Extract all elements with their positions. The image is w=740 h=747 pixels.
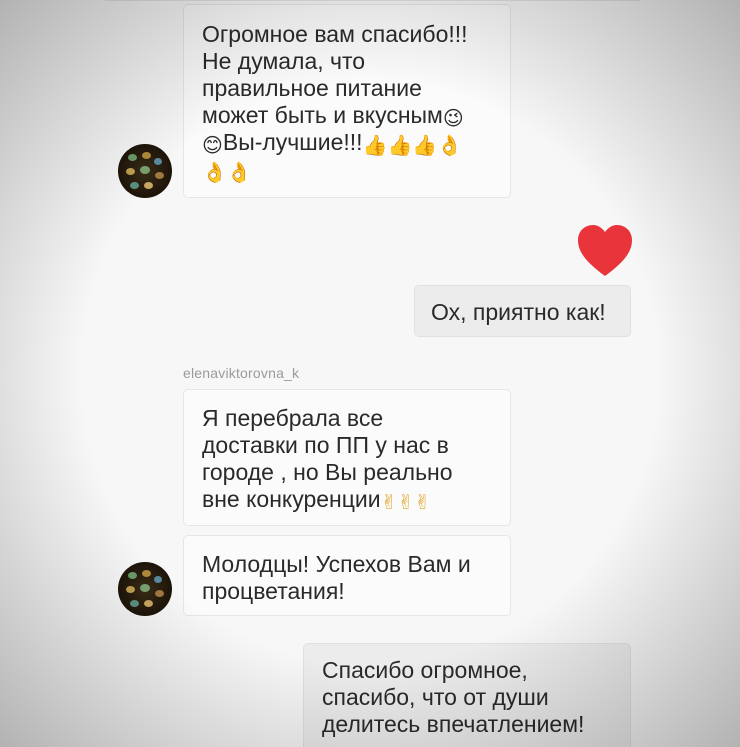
smile-emoji-icon: 😊 xyxy=(202,133,223,157)
outgoing-message-bubble[interactable]: Ох, приятно как! xyxy=(414,285,631,337)
message-text: Вы-лучшие!!! xyxy=(222,129,363,155)
avatar[interactable] xyxy=(118,562,172,616)
ok-hand-emoji-icon: 👌👌 xyxy=(202,160,252,184)
message-text: Молодцы! Успехов Вам и процветания! xyxy=(202,551,471,604)
thumbs-up-emoji-icon: 👍👍👍👌 xyxy=(362,133,463,157)
chat-screenshot: Огромное вам спасибо!!! Не думала, что п… xyxy=(0,0,740,747)
wink-emoji-icon: 😉 xyxy=(442,106,464,130)
incoming-message-bubble[interactable]: Огромное вам спасибо!!! Не думала, что п… xyxy=(183,4,511,198)
outgoing-message-bubble[interactable]: Спасибо огромное, спасибо, что от души д… xyxy=(303,643,631,747)
message-text: Спасибо огромное, спасибо, что от души д… xyxy=(322,657,585,737)
avatar[interactable] xyxy=(118,144,172,198)
message-text: Ох, приятно как! xyxy=(431,299,606,325)
victory-hand-emoji-icon: ✌✌✌ xyxy=(380,490,431,514)
incoming-message-bubble[interactable]: Молодцы! Успехов Вам и процветания! xyxy=(183,535,511,616)
divider xyxy=(105,0,640,1)
message-text: Огромное вам спасибо!!! Не думала, что п… xyxy=(202,21,468,128)
sender-username[interactable]: elenaviktorovna_k xyxy=(183,365,299,381)
heart-icon[interactable] xyxy=(576,224,634,278)
incoming-message-bubble[interactable]: Я перебрала все доставки по ПП у нас в г… xyxy=(183,389,511,526)
